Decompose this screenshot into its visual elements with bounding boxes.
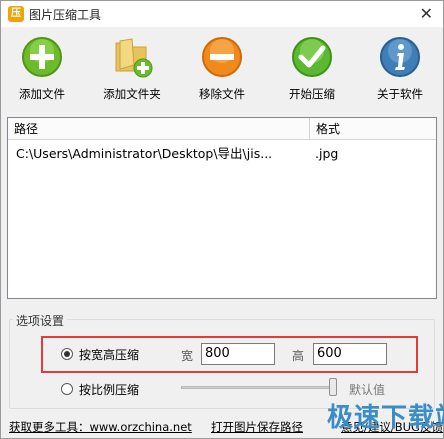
add-folder-button[interactable]: 添加文件夹 [97,35,167,102]
remove-file-icon [202,37,242,77]
app-icon: 压 [8,6,24,22]
start-compress-button[interactable]: 开始压缩 [277,35,347,102]
height-label: 高 [292,349,305,363]
file-list-header: 路径 格式 [8,118,436,140]
toolbar: 添加文件 添加文件夹 移除文件 开始压缩 关于软件 [1,27,443,113]
width-label: 宽 [181,349,194,363]
title-bar: 压 图片压缩工具 ✕ [1,1,443,27]
by-ratio-radio[interactable] [61,383,73,395]
close-icon[interactable]: ✕ [420,4,433,23]
column-header-format[interactable]: 格式 [310,118,436,140]
watermark: 极速下载站 [327,403,444,433]
height-input[interactable]: 600 [313,343,387,365]
open-save-path-link[interactable]: 打开图片保存路径 [211,419,303,435]
more-tools-link[interactable]: 获取更多工具：www.orzchina.net [9,419,192,435]
about-icon [380,37,420,77]
app-window: 压 图片压缩工具 ✕ 添加文件 添加文件夹 移除文件 开始压缩 关于软件 路径 … [0,0,444,439]
add-folder-label: 添加文件夹 [103,87,161,101]
width-input[interactable]: 800 [201,343,275,365]
table-row[interactable]: C:\Users\Administrator\Desktop\导出\jis...… [8,144,436,164]
by-size-label: 按宽高压缩 [79,348,140,362]
row-format: .jpg [315,146,339,161]
by-size-radio[interactable] [61,348,73,360]
ratio-slider-track[interactable] [181,386,337,389]
add-file-label: 添加文件 [19,87,65,101]
by-ratio-label: 按比例压缩 [79,383,140,397]
file-list[interactable]: 路径 格式 C:\Users\Administrator\Desktop\导出\… [7,117,437,299]
start-compress-icon [292,37,332,77]
start-compress-label: 开始压缩 [289,87,335,101]
about-label: 关于软件 [377,87,423,101]
slider-value-label: 默认值 [349,383,386,397]
about-button[interactable]: 关于软件 [365,35,435,102]
add-file-button[interactable]: 添加文件 [7,35,77,102]
remove-file-button[interactable]: 移除文件 [187,35,257,102]
add-file-icon [22,37,62,77]
row-path: C:\Users\Administrator\Desktop\导出\jis... [16,146,273,161]
remove-file-label: 移除文件 [199,87,245,101]
add-folder-icon [115,38,153,78]
options-group-title: 选项设置 [13,312,68,329]
column-header-path[interactable]: 路径 [8,118,310,140]
window-title: 图片压缩工具 [29,8,102,22]
ratio-slider-thumb[interactable] [329,378,337,396]
